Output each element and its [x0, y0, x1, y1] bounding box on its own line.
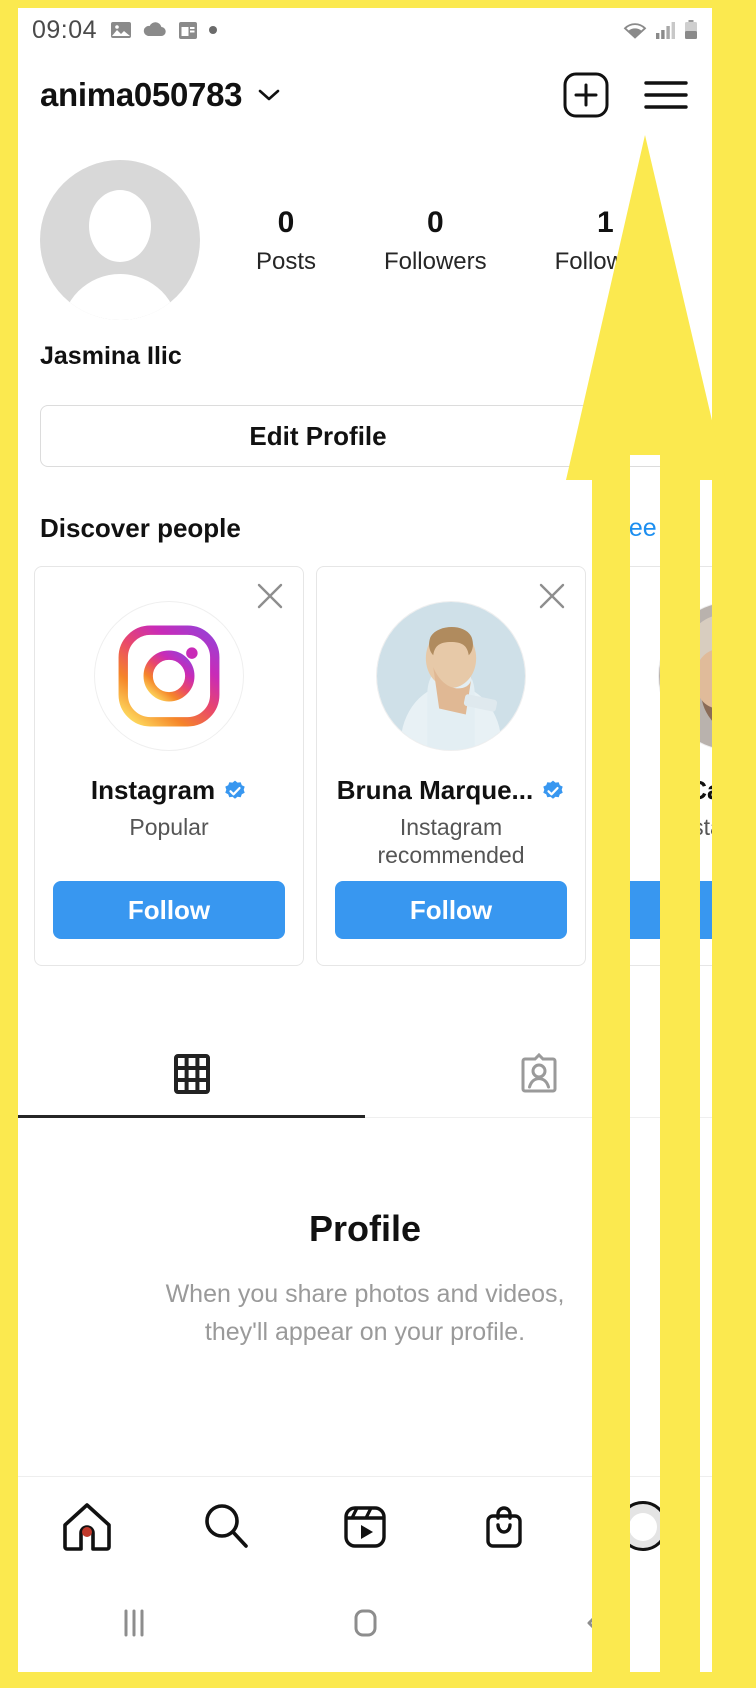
plus-square-icon[interactable]: [562, 71, 610, 119]
verified-badge-icon: [543, 780, 563, 799]
empty-state-line-2: they'll appear on your profile.: [204, 1318, 526, 1347]
stat-value: 0: [277, 206, 295, 240]
recents-icon: [124, 1609, 144, 1637]
user-photo-icon: [377, 602, 525, 750]
android-back-button[interactable]: [481, 1605, 712, 1641]
nav-home[interactable]: [18, 1499, 157, 1553]
default-avatar-icon: [89, 190, 151, 262]
card-subtitle: Insta recom: [672, 814, 712, 840]
profile-full-name: Jasmina Ilic: [40, 342, 182, 370]
profile-stats: 0 Posts 0 Followers 1 Following: [200, 204, 690, 276]
back-chevron-icon: [587, 1609, 603, 1637]
dot-icon: [209, 26, 218, 34]
tab-grid[interactable]: [18, 1030, 365, 1118]
discover-card[interactable]: Carolin Insta recom Fo: [598, 566, 712, 966]
image-icon: [111, 22, 132, 38]
card-avatar[interactable]: [658, 601, 712, 751]
stat-label: Posts: [255, 247, 316, 275]
instagram-logo-icon: [118, 625, 220, 727]
discover-people-header: Discover people See All: [18, 467, 712, 544]
nav-shop[interactable]: [434, 1499, 573, 1553]
shop-bag-icon: [486, 1505, 522, 1548]
grid-icon: [173, 1053, 210, 1094]
wifi-icon: [623, 23, 647, 39]
profile-action-row: Edit Profile: [18, 371, 712, 467]
stat-value: 1: [596, 206, 614, 240]
profile-more-button[interactable]: [608, 405, 690, 467]
follow-button[interactable]: Follow: [335, 881, 567, 939]
header-actions: [562, 71, 690, 119]
status-bar-right-icons: [622, 19, 698, 41]
card-name-row: Bruna Marque...: [317, 775, 585, 806]
reels-icon: [344, 1505, 386, 1548]
status-bar-time: 09:04: [32, 15, 98, 44]
home-badge-dot: [82, 1526, 93, 1537]
phone-screen: 09:04 anima050783 0 Posts 0 Followers 1 …: [18, 8, 712, 1672]
discover-people-title: Discover people: [40, 513, 241, 543]
account-switcher[interactable]: anima050783: [26, 76, 283, 114]
discover-card[interactable]: Instagram Popular Follow: [34, 566, 304, 966]
edit-profile-button[interactable]: Edit Profile: [40, 405, 596, 467]
empty-state: Profile When you share photos and videos…: [18, 1118, 712, 1351]
android-home-button[interactable]: [249, 1605, 480, 1641]
user-photo-icon: [659, 602, 712, 750]
card-subtitle: Popular: [129, 814, 209, 840]
nav-search[interactable]: [157, 1499, 296, 1553]
profile-avatar[interactable]: [40, 160, 200, 320]
chevron-down-icon: [638, 430, 660, 442]
profile-tabs: [18, 1030, 712, 1118]
tagged-card-icon: [521, 1052, 556, 1092]
bottom-navigation-bar: [18, 1476, 712, 1574]
card-name: Carolin: [688, 775, 712, 805]
nav-profile[interactable]: [573, 1500, 712, 1551]
close-icon[interactable]: [535, 579, 569, 613]
empty-state-line-1: When you share photos and videos,: [165, 1280, 565, 1308]
close-icon[interactable]: [253, 579, 287, 613]
cloud-icon: [143, 22, 166, 37]
tab-tagged[interactable]: [365, 1030, 712, 1117]
android-recents-button[interactable]: [18, 1606, 249, 1640]
stat-label: Following: [554, 247, 656, 275]
status-bar-left-icons: [109, 18, 218, 42]
empty-state-title: Profile: [308, 1208, 422, 1249]
card-name-row: Instagram: [35, 775, 303, 806]
profile-summary: 0 Posts 0 Followers 1 Following: [18, 138, 712, 320]
android-navigation-bar: [18, 1574, 712, 1672]
see-all-link[interactable]: See All: [612, 514, 690, 543]
calendar-icon: [179, 22, 198, 39]
follow-button[interactable]: Follow: [53, 881, 285, 939]
search-icon: [205, 1503, 248, 1548]
card-subtitle: Instagram recommended: [377, 814, 525, 868]
verified-badge-icon: [225, 780, 245, 799]
discover-card[interactable]: Bruna Marque... Instagram recommended Fo…: [316, 566, 586, 966]
home-square-icon: [354, 1609, 377, 1637]
stat-value: 0: [426, 206, 444, 240]
home-icon: [63, 1502, 112, 1551]
card-avatar[interactable]: [94, 601, 244, 751]
follow-button[interactable]: Fo: [617, 881, 712, 939]
discover-people-carousel[interactable]: Instagram Popular Follow Bruna Marque...…: [18, 544, 712, 966]
avatar-body-shape: [61, 274, 179, 320]
card-name: Bruna Marque...: [336, 775, 534, 805]
status-bar: 09:04: [18, 8, 712, 52]
card-avatar[interactable]: [376, 601, 526, 751]
signal-icon: [656, 22, 675, 39]
app-header: anima050783: [18, 52, 712, 138]
annotated-screenshot-frame: 09:04 anima050783 0 Posts 0 Followers 1 …: [0, 0, 756, 1688]
battery-icon: [685, 20, 697, 39]
card-name: Instagram: [90, 775, 216, 805]
stat-label: Followers: [383, 247, 487, 275]
stat-following[interactable]: 1 Following: [555, 204, 656, 276]
stat-posts[interactable]: 0 Posts: [256, 204, 316, 276]
card-name-row: Carolin: [599, 775, 712, 806]
profile-avatar-icon: [617, 1500, 668, 1551]
chevron-down-icon: [258, 89, 280, 101]
hamburger-menu-icon[interactable]: [642, 75, 690, 115]
header-username: anima050783: [40, 76, 243, 113]
stat-followers[interactable]: 0 Followers: [384, 204, 487, 276]
nav-reels[interactable]: [296, 1499, 435, 1553]
